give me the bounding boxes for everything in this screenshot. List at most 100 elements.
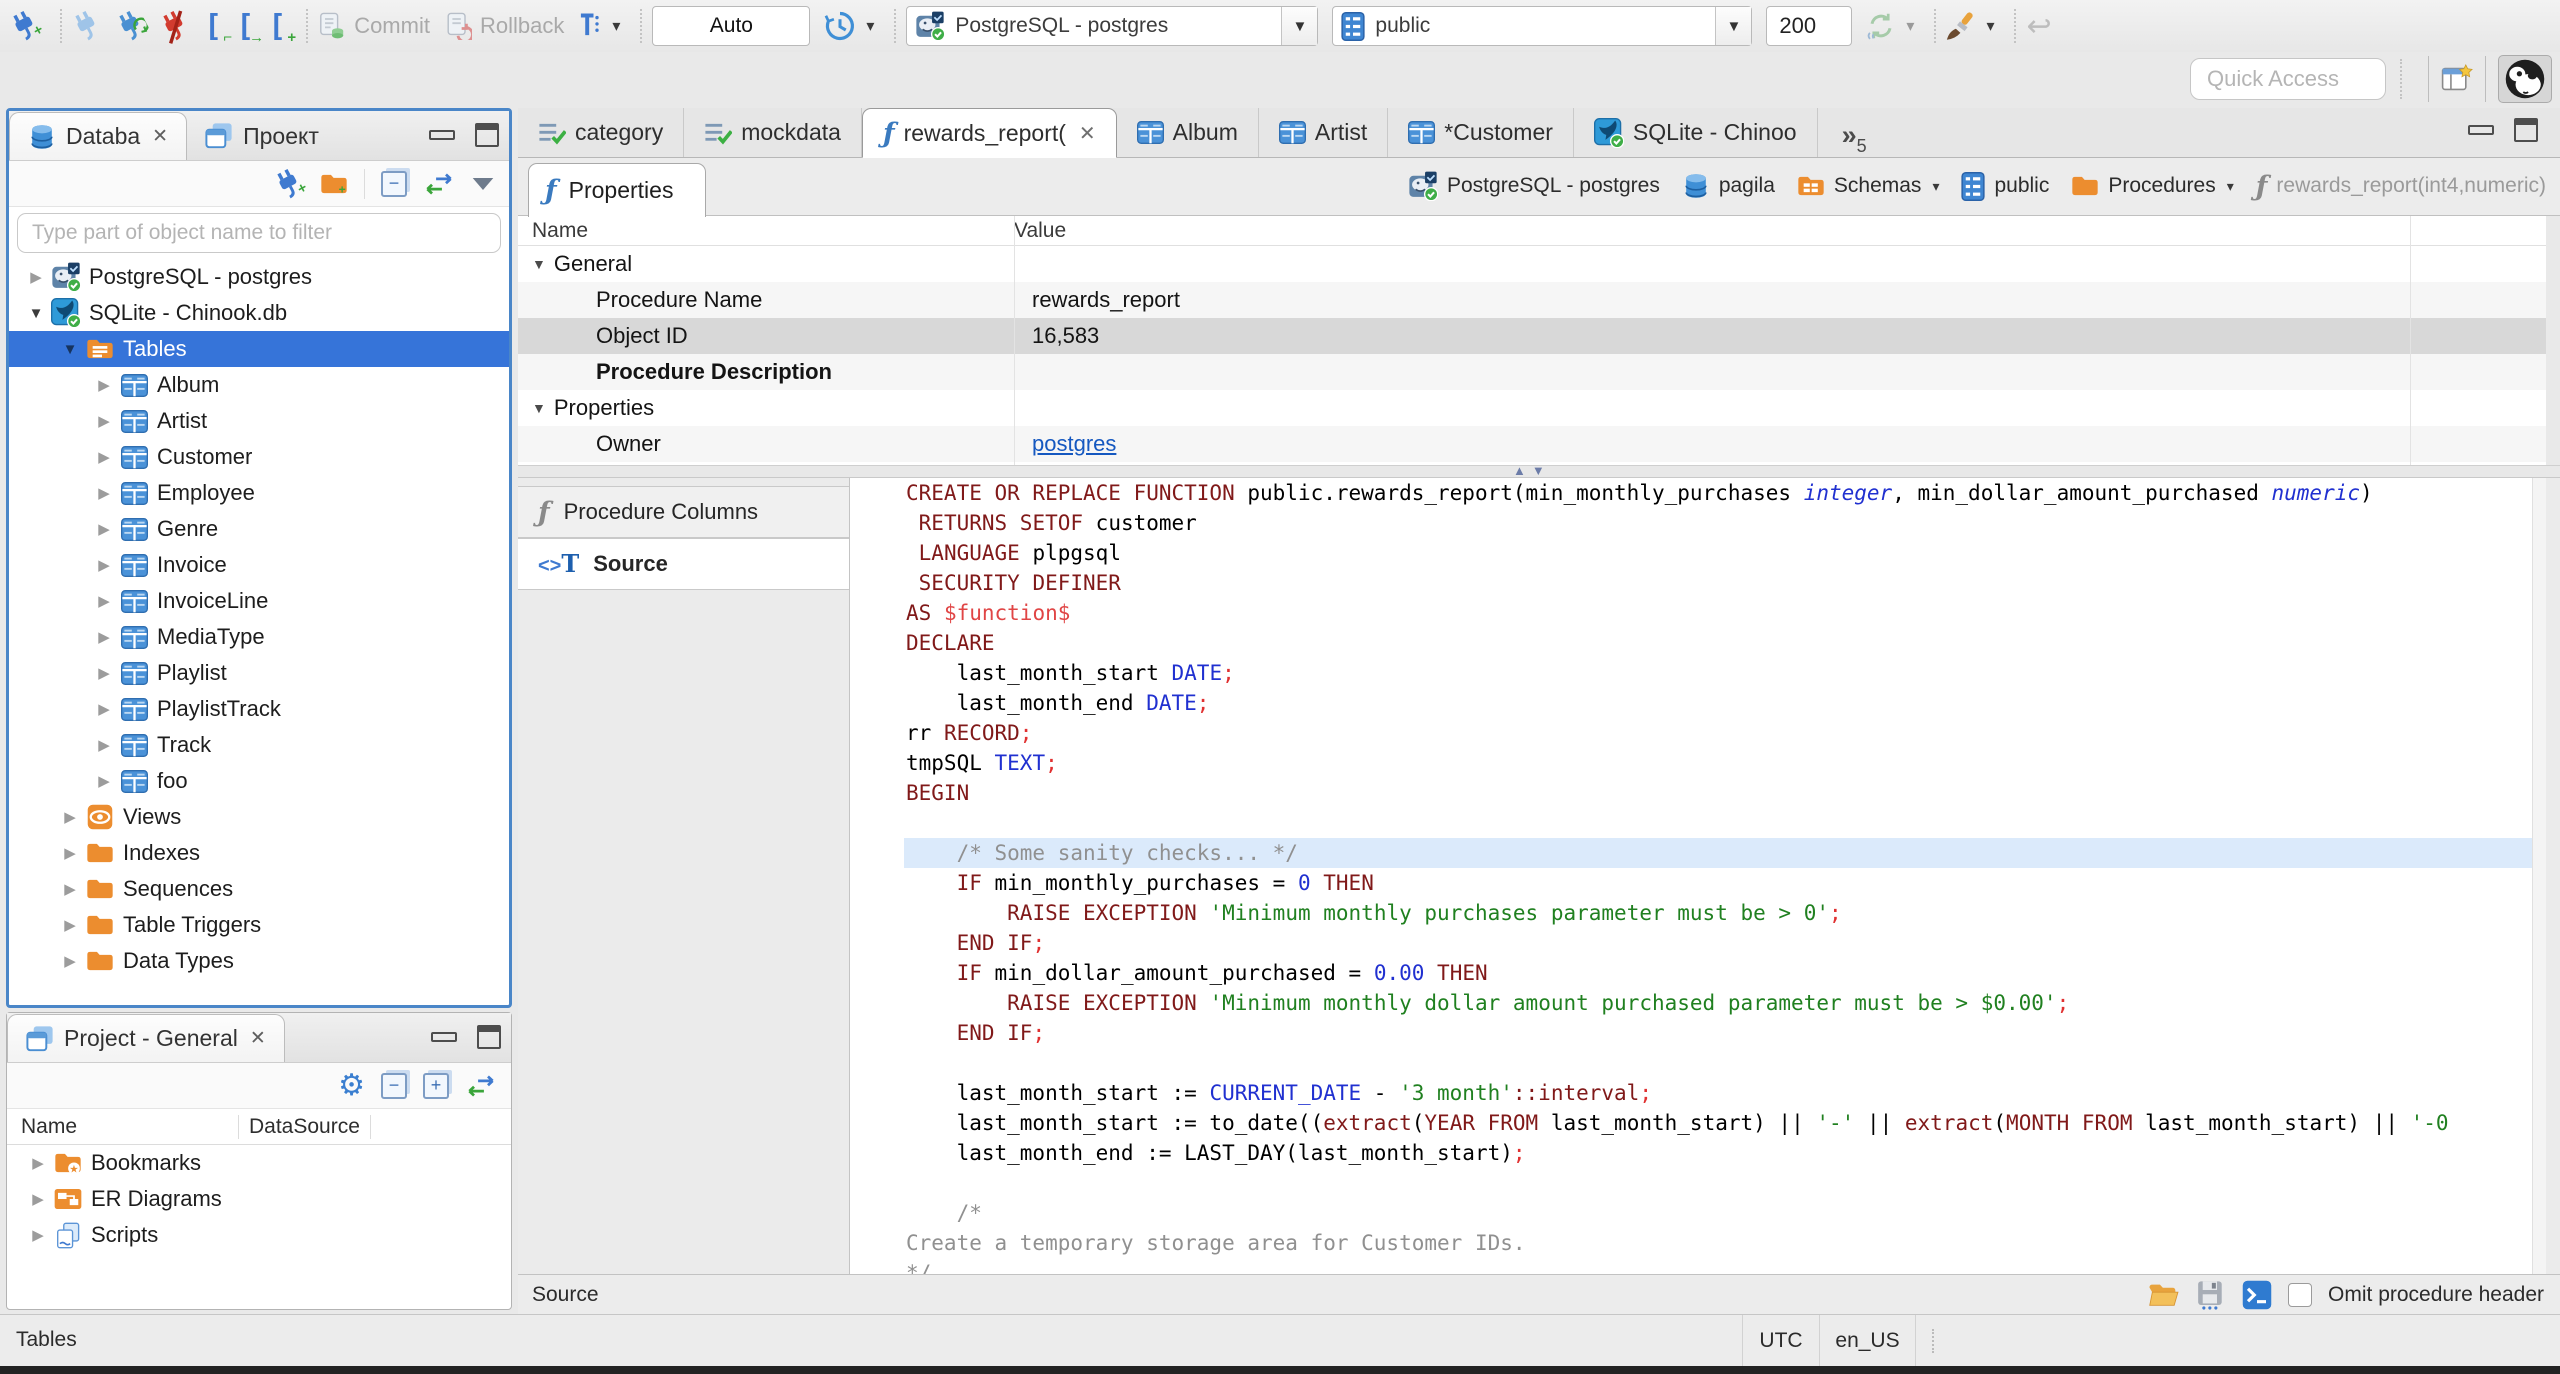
property-row[interactable]: ▼ General [518, 246, 2546, 282]
expander-icon[interactable]: ▶ [25, 1154, 51, 1172]
tree-item-artist[interactable]: ▶ Artist [9, 403, 509, 439]
editor-tab-mockdata[interactable]: mockdata [684, 108, 862, 157]
editor-tab--customer[interactable]: *Customer [1388, 108, 1574, 157]
editor-tab-rewards-report-[interactable]: ƒ rewards_report(✕ [861, 108, 1117, 158]
connection-select[interactable]: PostgreSQL - postgres ▼ [906, 6, 1319, 46]
expander-icon[interactable]: ▶ [23, 268, 49, 286]
open-in-sql-console-icon[interactable] [2242, 1280, 2272, 1310]
expander-icon[interactable]: ▶ [25, 1190, 51, 1208]
tree-item-playlist[interactable]: ▶ Playlist [9, 655, 509, 691]
horizontal-splitter[interactable]: ▲ ▼ [518, 463, 2560, 478]
tree-item-indexes[interactable]: ▶ Indexes [9, 835, 509, 871]
project-item-bookmarks[interactable]: ▶ ★ Bookmarks [7, 1145, 511, 1181]
group-caret-icon[interactable]: ▼ [532, 256, 546, 272]
connection-dropdown-button[interactable]: ▼ [1281, 7, 1318, 45]
open-perspective-icon[interactable] [2441, 63, 2473, 95]
nav-new-connection-icon[interactable]: + [274, 168, 310, 200]
tree-item-tables[interactable]: ▼ Tables [9, 331, 509, 367]
property-row[interactable]: ▼ Properties [518, 390, 2546, 426]
property-value-link[interactable]: postgres [1014, 431, 1116, 457]
tab-overflow-button[interactable]: » 5 [1842, 122, 1867, 157]
tree-item-sequences[interactable]: ▶ Sequences [9, 871, 509, 907]
editor-tab-artist[interactable]: Artist [1259, 108, 1389, 157]
splitter-up-icon[interactable]: ▲ [1513, 463, 1526, 478]
commit-button[interactable]: Commit [318, 12, 430, 40]
transaction-log-button[interactable]: ▾ [578, 12, 620, 40]
tree-item-sqlite-chinook-db[interactable]: ▼ SQLite - Chinook.db [9, 295, 509, 331]
source-scrollbar[interactable] [2532, 478, 2546, 1274]
tree-item-album[interactable]: ▶ Album [9, 367, 509, 403]
prop-column-name[interactable]: Name [518, 219, 1014, 243]
tree-item-mediatype[interactable]: ▶ MediaType [9, 619, 509, 655]
minimize-editor-icon[interactable] [2468, 125, 2494, 135]
property-row[interactable]: Object ID 16,583 [518, 318, 2546, 354]
breadcrumb-item[interactable]: ƒ rewards_report(int4,numeric) [2256, 173, 2546, 200]
omit-procedure-header-checkbox[interactable] [2288, 1282, 2313, 1307]
save-to-file-icon[interactable] [2196, 1280, 2226, 1310]
maximize-view-icon[interactable] [475, 123, 499, 147]
status-timezone[interactable]: UTC [1742, 1315, 1820, 1367]
expander-icon[interactable]: ▶ [91, 736, 117, 754]
breadcrumb-item[interactable]: public [1961, 171, 2049, 201]
transaction-history-button[interactable]: ▾ [824, 10, 874, 42]
tab-project-general[interactable]: Project - General ✕ [7, 1014, 285, 1062]
schema-select[interactable]: public ▼ [1332, 6, 1753, 46]
auto-commit-select[interactable]: Auto [652, 6, 811, 46]
link-with-editor-icon[interactable] [423, 171, 455, 197]
tree-item-postgresql-postgres[interactable]: ▶ PostgreSQL - postgres [9, 259, 509, 295]
maximize-view-icon[interactable] [477, 1025, 501, 1049]
expander-icon[interactable]: ▶ [57, 808, 83, 826]
prop-column-value[interactable]: Value [1014, 219, 1066, 243]
tree-item-track[interactable]: ▶ Track [9, 727, 509, 763]
collapse-all-icon[interactable]: − [381, 170, 407, 197]
back-history-icon[interactable]: ↩ [2026, 9, 2051, 44]
column-datasource[interactable]: DataSource [239, 1114, 371, 1139]
expander-icon[interactable]: ▶ [91, 628, 117, 646]
tree-item-foo[interactable]: ▶ foo [9, 763, 509, 799]
expander-icon[interactable]: ▼ [57, 341, 83, 358]
tree-item-playlisttrack[interactable]: ▶ PlaylistTrack [9, 691, 509, 727]
tree-item-views[interactable]: ▶ Views [9, 799, 509, 835]
expander-icon[interactable]: ▶ [91, 700, 117, 718]
new-sql-editor-icon[interactable]: [+ [268, 9, 296, 46]
refresh-connection-button[interactable]: ▾ [1866, 11, 1914, 41]
project-settings-gear-icon[interactable]: ⚙ [338, 1068, 365, 1103]
source-editor[interactable]: CREATE OR REPLACE FUNCTION public.reward… [850, 478, 2546, 1274]
tree-item-customer[interactable]: ▶ Customer [9, 439, 509, 475]
subtab-source[interactable]: <>T Source [518, 538, 849, 590]
expander-icon[interactable]: ▶ [57, 952, 83, 970]
fetch-size-input[interactable]: 200 [1766, 6, 1853, 46]
link-with-editor-icon[interactable] [465, 1073, 497, 1099]
collapse-all-icon[interactable]: − [381, 1072, 407, 1099]
splitter-down-icon[interactable]: ▼ [1532, 463, 1545, 478]
project-item-er-diagrams[interactable]: ▶ ER Diagrams [7, 1181, 511, 1217]
property-row[interactable]: Procedure Name rewards_report [518, 282, 2546, 318]
tab-projects[interactable]: Проект [187, 112, 337, 160]
chevron-down-icon[interactable]: ▾ [2227, 178, 2234, 195]
expander-icon[interactable]: ▶ [91, 376, 117, 394]
close-icon[interactable]: ✕ [152, 125, 168, 148]
close-icon[interactable]: ✕ [250, 1027, 266, 1050]
editor-tab-category[interactable]: category [518, 108, 685, 157]
expander-icon[interactable]: ▶ [91, 772, 117, 790]
property-row[interactable]: Owner postgres [518, 426, 2546, 462]
minimize-view-icon[interactable] [429, 130, 455, 140]
object-filter-input[interactable]: Type part of object name to filter [17, 213, 501, 253]
editor-tab-album[interactable]: Album [1117, 108, 1259, 157]
dbeaver-perspective-button[interactable] [2498, 55, 2552, 103]
disconnect-icon[interactable] [160, 10, 190, 44]
expander-icon[interactable]: ▶ [91, 484, 117, 502]
load-from-file-icon[interactable] [2148, 1281, 2180, 1308]
expander-icon[interactable]: ▶ [25, 1226, 51, 1244]
expander-icon[interactable]: ▶ [91, 592, 117, 610]
new-connection-icon[interactable]: + [10, 10, 46, 42]
nav-new-folder-icon[interactable]: + [320, 173, 348, 195]
expander-icon[interactable]: ▶ [57, 916, 83, 934]
connect-icon[interactable] [72, 10, 102, 42]
sql-editor-icon[interactable]: [⌐ [204, 9, 232, 46]
subtab-procedure-columns[interactable]: ƒ Procedure Columns [518, 486, 849, 538]
quick-access-input[interactable]: Quick Access [2190, 58, 2386, 100]
recent-sql-editor-icon[interactable]: [→ [236, 9, 264, 46]
tab-properties[interactable]: ƒ Properties [528, 163, 706, 217]
column-name[interactable]: Name [7, 1114, 239, 1139]
